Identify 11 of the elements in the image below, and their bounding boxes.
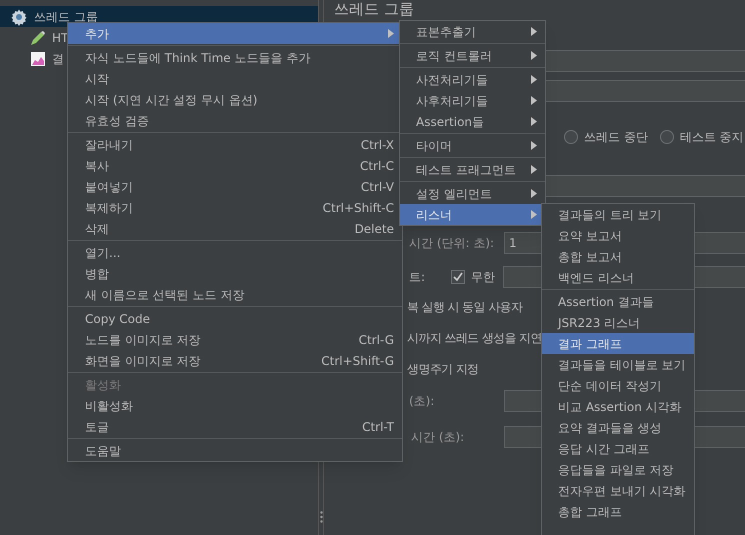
field-label: 시간 (단위: 초): xyxy=(409,235,496,252)
radio-label: 쓰레드 중단 xyxy=(584,129,648,146)
panel-title: 쓰레드 그룹 xyxy=(334,0,415,20)
option-label: 시까지 쓰레드 생성을 지연 xyxy=(407,330,542,347)
field-label: 트: xyxy=(409,269,426,286)
option-label: 생명주기 지정 xyxy=(407,361,479,378)
checkbox-label: 무한 xyxy=(471,269,496,286)
field-label: (초): xyxy=(409,393,436,410)
field-label: 시간 (초): xyxy=(411,429,466,446)
radio-label: 테스트 중지 xyxy=(680,129,744,146)
option-label: 복 실행 시 동일 사용자 xyxy=(407,299,522,316)
